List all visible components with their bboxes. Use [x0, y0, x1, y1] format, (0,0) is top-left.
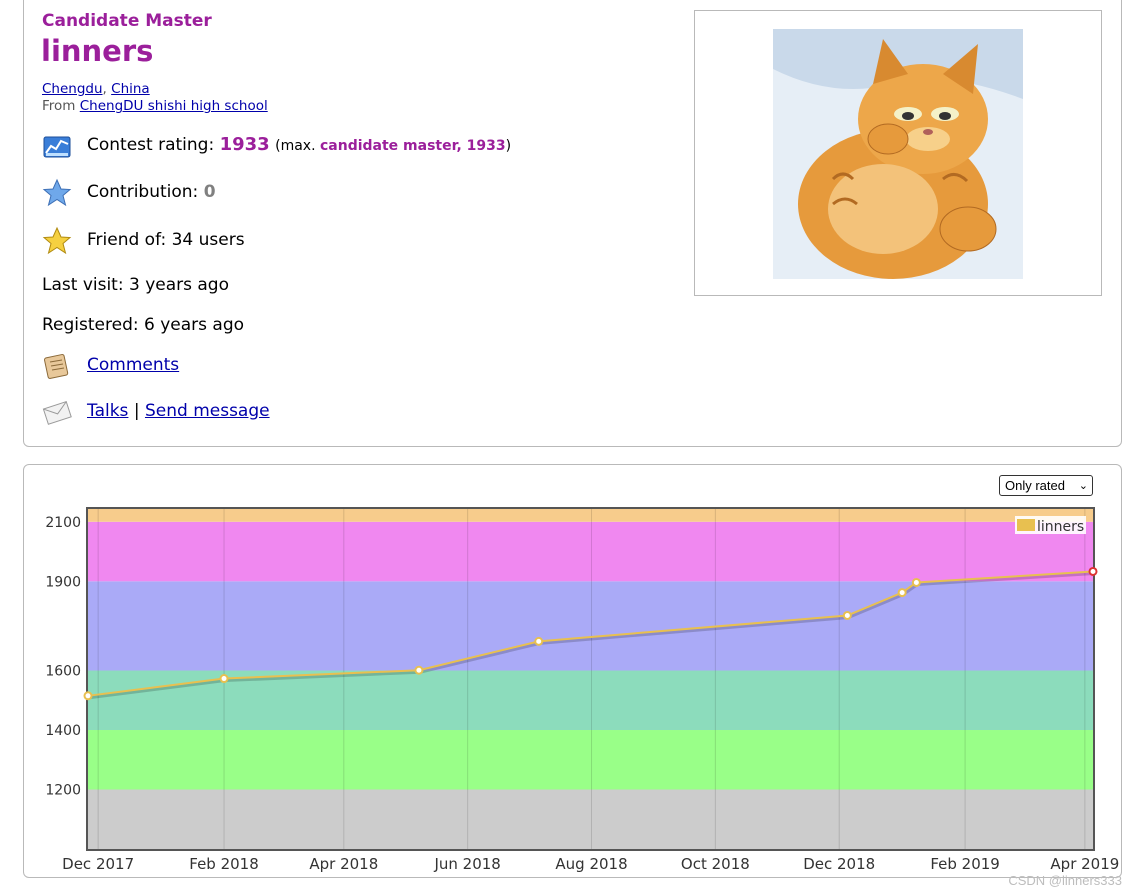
rating-band-2100-2143: [88, 509, 1093, 522]
y-tick-label: 1200: [45, 783, 81, 799]
data-point: [83, 691, 93, 701]
data-point: [897, 588, 907, 598]
x-tick-label: Aug 2018: [555, 855, 627, 873]
y-tick-label: 1900: [45, 574, 81, 590]
rating-band-1600-1900: [88, 581, 1093, 671]
x-tick-label: Feb 2018: [189, 855, 259, 873]
x-tick-label: Apr 2018: [309, 855, 378, 873]
legend-swatch: [1017, 519, 1035, 531]
y-tick-label: 1400: [45, 723, 81, 739]
legend-label: linners: [1037, 519, 1084, 535]
rating-chart: Dec 2017 Feb 2018 Apr 2018 Jun 2018 Aug 2018…: [45, 507, 1119, 873]
data-point: [842, 610, 852, 620]
y-tick-label: 2100: [45, 515, 81, 531]
watermark: CSDN @linners333: [1008, 873, 1122, 888]
data-point: [534, 636, 544, 646]
x-tick-label: Dec 2017: [62, 855, 134, 873]
x-tick-label: Dec 2018: [803, 855, 875, 873]
data-point: [1088, 566, 1098, 576]
x-tick-label: Oct 2018: [681, 855, 750, 873]
x-tick-label: Feb 2019: [930, 855, 1000, 873]
x-tick-label: Jun 2018: [433, 855, 500, 873]
data-point: [414, 665, 424, 675]
y-tick-label: 1600: [45, 664, 81, 680]
rating-band-1900-2100: [88, 521, 1093, 582]
rating-band-1200-1400: [88, 730, 1093, 790]
rating-band-1000-1200: [88, 789, 1093, 849]
data-point: [911, 577, 921, 587]
x-tick-label: Apr 2019: [1050, 855, 1119, 873]
data-point: [219, 674, 229, 684]
